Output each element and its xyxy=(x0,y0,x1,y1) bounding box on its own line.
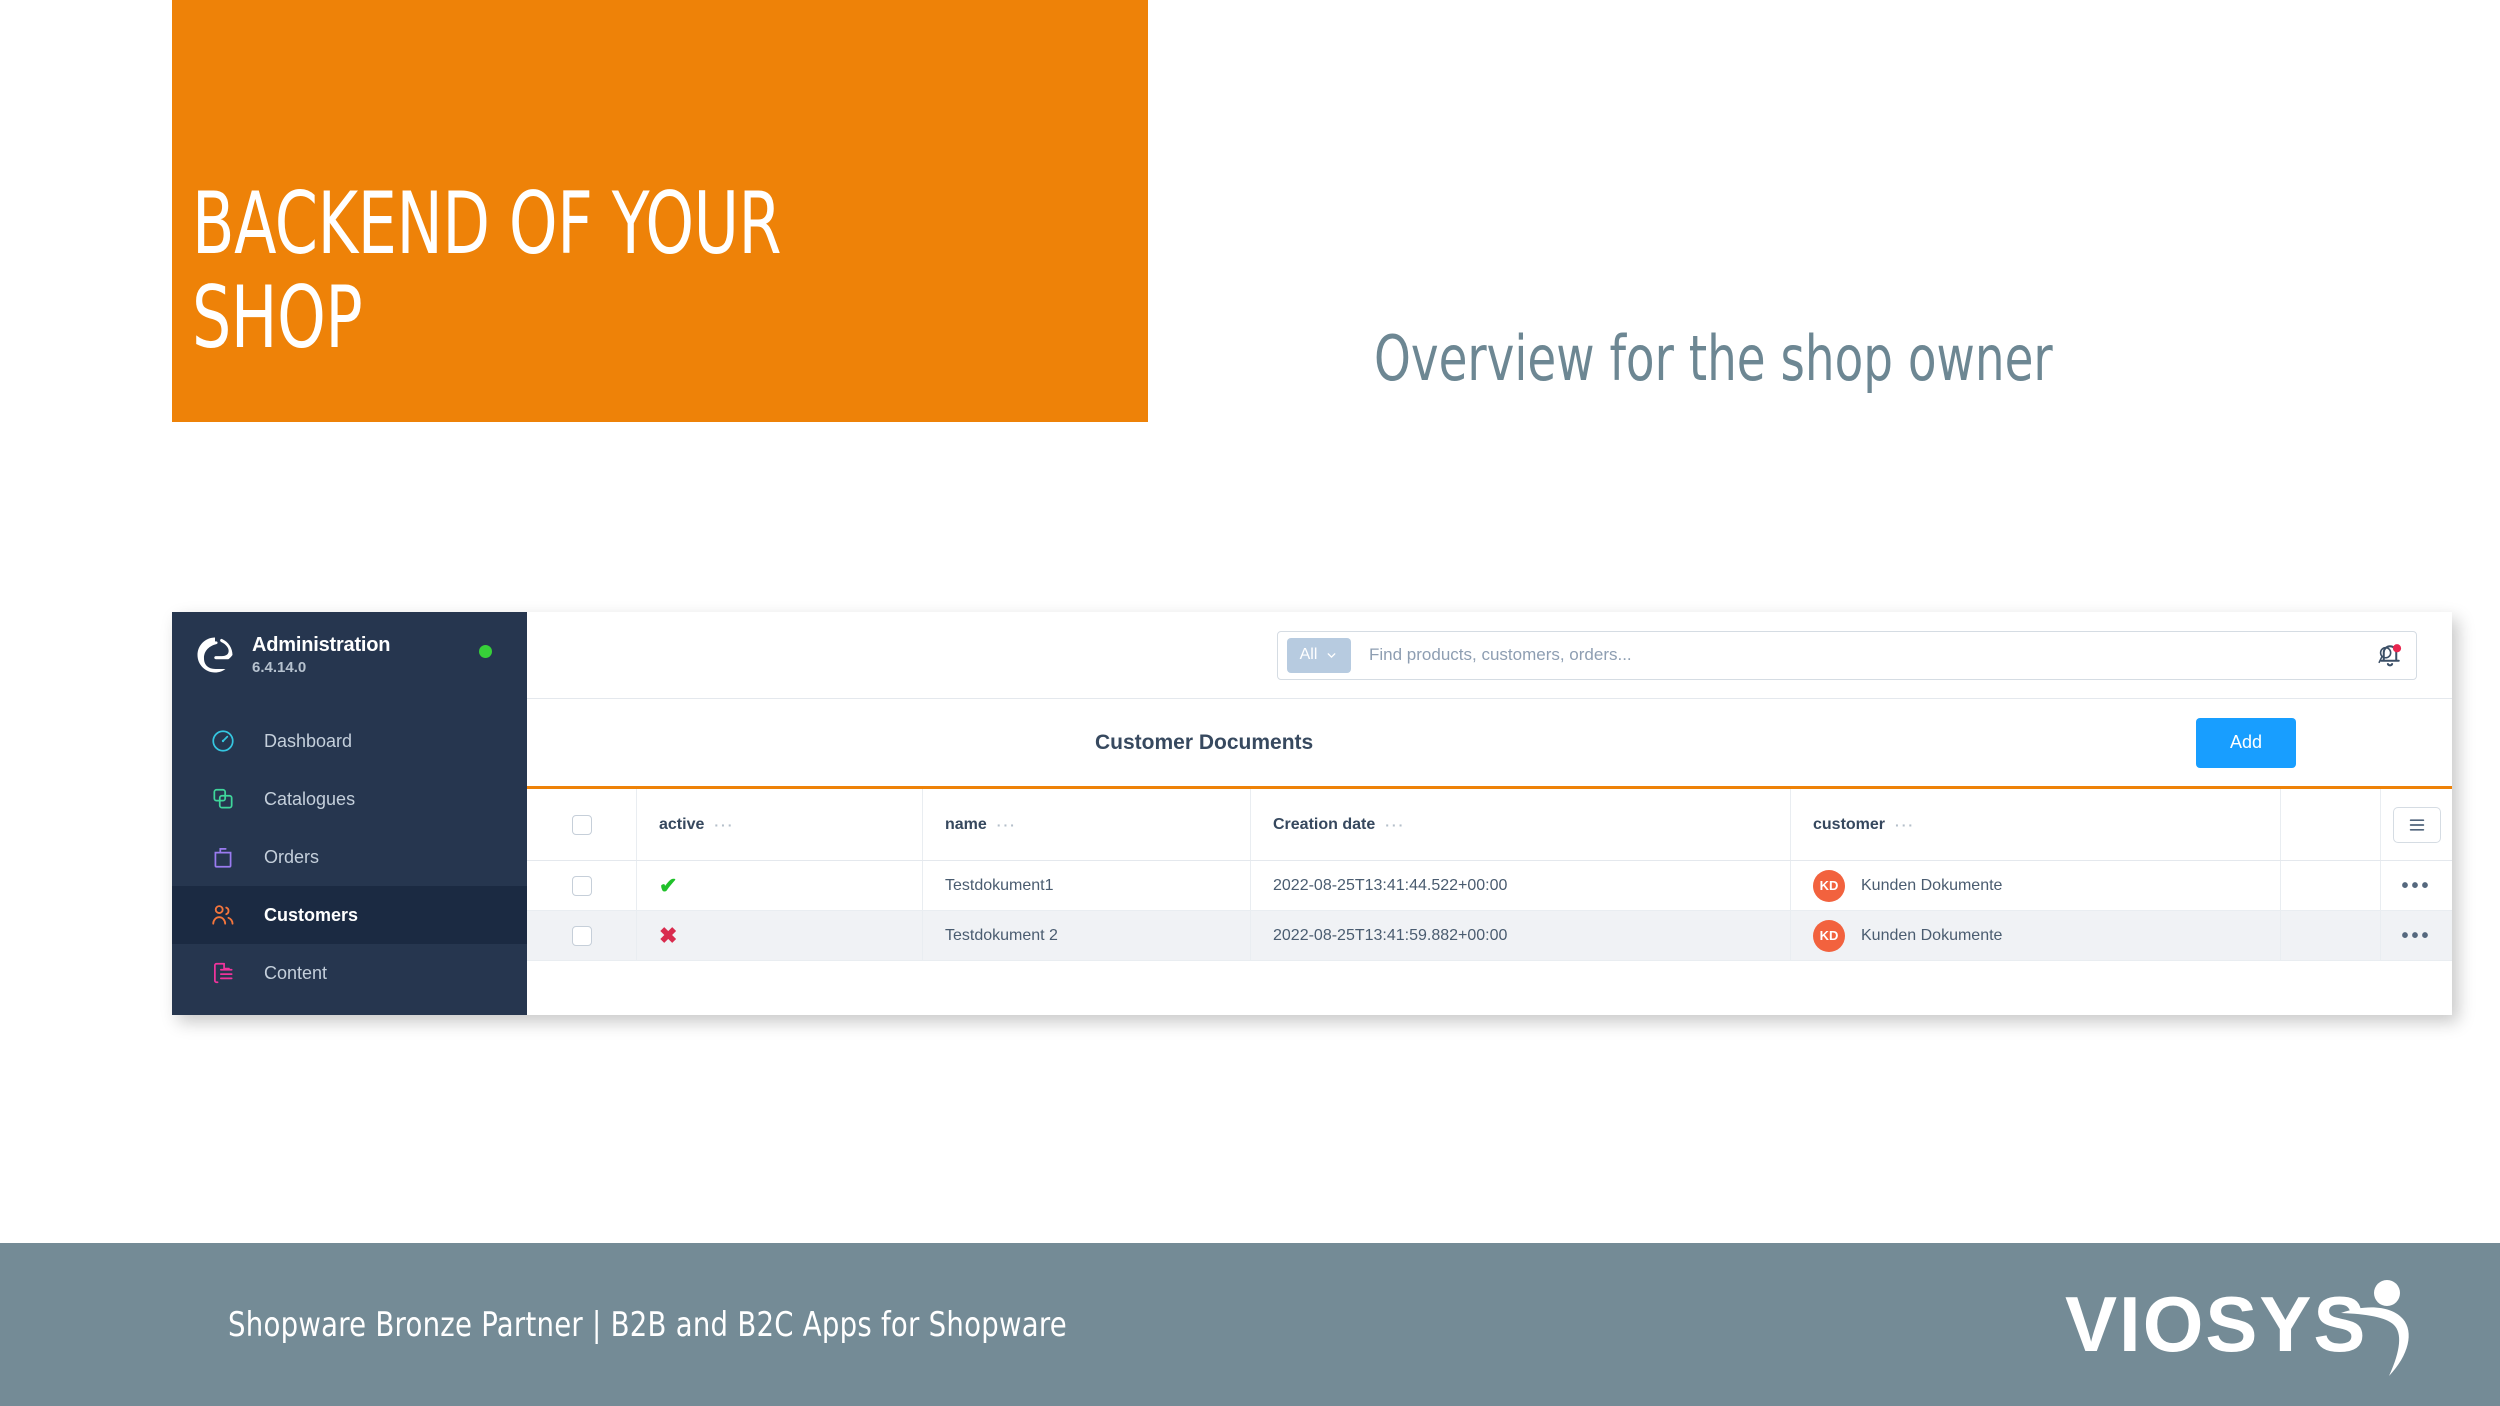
sidebar-item-customers[interactable]: Customers xyxy=(172,886,527,945)
sidebar-item-label: Dashboard xyxy=(264,730,353,751)
row-spacer-cell xyxy=(2281,861,2381,910)
column-label: customer xyxy=(1813,815,1886,833)
page-header-bar: Customer Documents Add xyxy=(527,699,2452,789)
grid-header-spacer xyxy=(2281,789,2381,860)
sidebar-item-dashboard[interactable]: Dashboard xyxy=(172,712,527,770)
grid-header-customer[interactable]: customer ··· xyxy=(1791,789,2281,860)
status-indicator-dot xyxy=(479,645,492,658)
avatar: KD xyxy=(1813,919,1845,952)
viosys-logo: VIOSYS xyxy=(2065,1280,2409,1376)
page-subtitle: Overview for the shop owner xyxy=(1374,322,2053,395)
sidebar-header: Administration 6.4.14.0 xyxy=(172,612,527,696)
table-row[interactable]: ✖ Testdokument 2 2022-08-25T13:41:59.882… xyxy=(527,911,2452,961)
row-context-menu-icon[interactable]: ••• xyxy=(2401,926,2431,946)
search-scope-label: All xyxy=(1299,646,1318,663)
search-input[interactable] xyxy=(1369,645,2372,665)
admin-sidebar: Administration 6.4.14.0 Dashboard Catalo… xyxy=(172,612,527,1015)
grid-page-title: Customer Documents xyxy=(1095,730,1314,754)
customers-people-icon xyxy=(208,900,238,930)
bell-icon xyxy=(2380,644,2402,667)
grid-header-name[interactable]: name ··· xyxy=(923,789,1251,860)
sidebar-item-orders[interactable]: Orders xyxy=(172,828,527,886)
customer-name: Kunden Dokumente xyxy=(1861,876,2003,894)
sidebar-item-label: Orders xyxy=(264,846,320,867)
grid-header-row: active ··· name ··· Creation date ··· cu… xyxy=(527,789,2452,861)
cross-icon: ✖ xyxy=(659,922,678,948)
column-label: Creation date xyxy=(1273,815,1376,833)
row-customer-cell: KD Kunden Dokumente xyxy=(1791,911,2281,960)
grid-header-creation-date[interactable]: Creation date ··· xyxy=(1251,789,1791,860)
row-active-cell: ✖ xyxy=(637,911,923,960)
row-date-cell: 2022-08-25T13:41:59.882+00:00 xyxy=(1251,911,1791,960)
grid-select-all-cell[interactable] xyxy=(527,789,637,860)
sidebar-item-label: Content xyxy=(264,962,328,983)
row-checkbox[interactable] xyxy=(571,925,592,946)
row-select-cell[interactable] xyxy=(527,861,637,910)
content-page-icon xyxy=(208,958,238,988)
row-checkbox[interactable] xyxy=(571,875,592,896)
add-button[interactable]: Add xyxy=(2196,717,2296,768)
row-context-menu-icon[interactable]: ••• xyxy=(2401,876,2431,896)
admin-topbar: All xyxy=(527,612,2452,699)
select-all-checkbox[interactable] xyxy=(571,814,592,835)
row-spacer-cell xyxy=(2281,911,2381,960)
shopware-logo-icon xyxy=(197,637,233,673)
column-menu-icon[interactable]: ··· xyxy=(1895,818,1915,832)
column-menu-icon[interactable]: ··· xyxy=(997,818,1017,832)
column-menu-icon[interactable]: ··· xyxy=(714,818,734,832)
grid-settings-icon[interactable] xyxy=(2392,806,2441,843)
row-date-cell: 2022-08-25T13:41:44.522+00:00 xyxy=(1251,861,1791,910)
column-label: name xyxy=(945,815,987,833)
shopware-admin-panel: Administration 6.4.14.0 Dashboard Catalo… xyxy=(172,612,2452,1015)
sidebar-item-content[interactable]: Content xyxy=(172,944,527,1002)
row-actions-cell[interactable]: ••• xyxy=(2381,911,2452,960)
admin-version: 6.4.14.0 xyxy=(252,659,307,676)
catalogues-stack-icon xyxy=(208,784,238,814)
global-search-bar[interactable]: All xyxy=(1277,630,2417,680)
slide-canvas: BACKEND OF YOUR SHOP Overview for the sh… xyxy=(0,0,2500,1406)
sidebar-item-label: Catalogues xyxy=(264,788,356,809)
column-label: active xyxy=(659,815,705,833)
row-actions-cell[interactable]: ••• xyxy=(2381,861,2452,910)
sidebar-item-catalogues[interactable]: Catalogues xyxy=(172,770,527,828)
search-scope-dropdown[interactable]: All xyxy=(1287,637,1351,673)
table-row[interactable]: ✔ Testdokument1 2022-08-25T13:41:44.522+… xyxy=(527,861,2452,911)
row-name-cell: Testdokument 2 xyxy=(923,911,1251,960)
row-select-cell[interactable] xyxy=(527,911,637,960)
admin-content: All Find products, customers, orders... … xyxy=(527,612,2452,1015)
chevron-down-icon xyxy=(1327,652,1336,658)
page-title: BACKEND OF YOUR SHOP xyxy=(192,173,782,369)
grid-settings-cell[interactable] xyxy=(2381,789,2452,860)
data-grid: active ··· name ··· Creation date ··· cu… xyxy=(527,789,2452,1015)
column-menu-icon[interactable]: ··· xyxy=(1385,818,1405,832)
admin-app-name: Administration xyxy=(252,634,391,656)
notifications-button[interactable] xyxy=(2370,635,2410,675)
sidebar-item-label: Customers xyxy=(264,904,359,925)
sidebar-nav-list: Dashboard Catalogues Orders Customers Co… xyxy=(172,712,527,1002)
customer-name: Kunden Dokumente xyxy=(1861,926,2003,944)
footer-tagline: Shopware Bronze Partner | B2B and B2C Ap… xyxy=(228,1304,1068,1345)
orders-bag-icon xyxy=(208,842,238,872)
row-active-cell: ✔ xyxy=(637,861,923,910)
svg-text:VIOSYS: VIOSYS xyxy=(2065,1280,2367,1368)
check-icon: ✔ xyxy=(659,872,678,898)
grid-header-active[interactable]: active ··· xyxy=(637,789,923,860)
sidebar-title-group: Administration 6.4.14.0 xyxy=(252,634,391,676)
slide-footer: Shopware Bronze Partner | B2B and B2C Ap… xyxy=(0,1243,2500,1406)
row-customer-cell: KD Kunden Dokumente xyxy=(1791,861,2281,910)
avatar: KD xyxy=(1813,869,1845,902)
row-name-cell: Testdokument1 xyxy=(923,861,1251,910)
title-block: BACKEND OF YOUR SHOP xyxy=(172,0,1148,422)
dashboard-gauge-icon xyxy=(208,726,238,756)
